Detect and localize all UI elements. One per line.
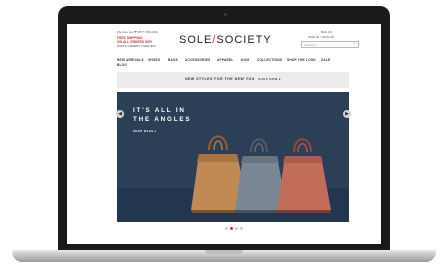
carousel-dot[interactable] (225, 227, 228, 230)
promo-strip-cta[interactable]: SHOP NOW ▸ (258, 77, 281, 81)
carousel-dot[interactable] (240, 227, 243, 230)
carousel-next-icon[interactable]: ▶ (343, 110, 351, 118)
laptop-notch (205, 250, 243, 254)
screen-content: NEW STYLES FOR THE NEW YOU SHOP NOW ▸ IT… (67, 24, 381, 244)
carousel-prev-icon[interactable]: ◀ (116, 110, 124, 118)
hero-bags-image (191, 135, 331, 213)
carousel-dots (225, 227, 245, 231)
promo-strip[interactable]: NEW STYLES FOR THE NEW YOU SHOP NOW ▸ (117, 72, 349, 88)
hero-banner[interactable]: IT'S ALL IN THE ANGLES SHOP BAGS ▸ (117, 92, 349, 222)
camera-icon (224, 13, 227, 16)
carousel-dot-active[interactable] (230, 227, 233, 230)
promo-strip-text: NEW STYLES FOR THE NEW YOU SHOP NOW ▸ (117, 77, 349, 81)
coral-bag (277, 138, 331, 213)
promo-strip-message: NEW STYLES FOR THE NEW YOU (185, 77, 255, 81)
carousel-dot[interactable] (235, 227, 238, 230)
